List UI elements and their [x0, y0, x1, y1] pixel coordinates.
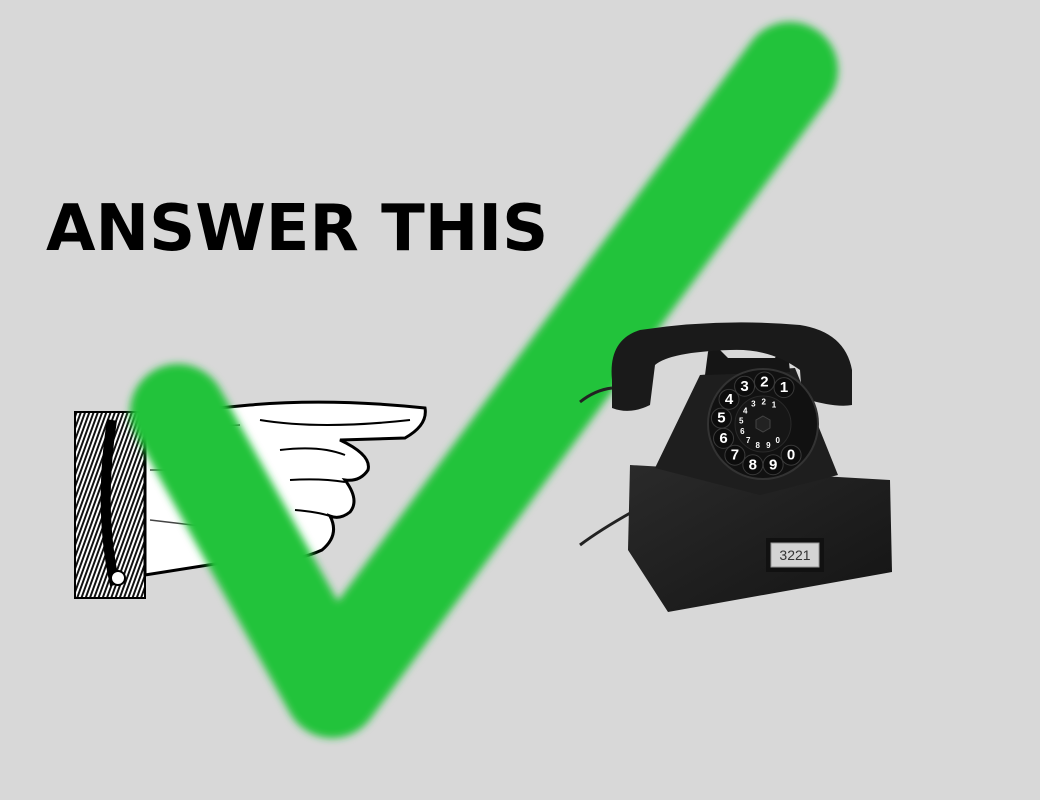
dial-inner-digit: 3	[751, 400, 756, 409]
rotary-telephone-icon: 112233445 56 677889900 3221	[579, 322, 892, 612]
dial-digit: 3	[740, 378, 748, 395]
illustration: ANSWER THIS 11223344556677889900 3221	[0, 0, 1040, 800]
headline: ANSWER THIS	[46, 192, 548, 266]
dial-digit: 2	[760, 374, 768, 391]
dial-digit: 9	[769, 456, 777, 473]
dial-inner-digit: 8	[755, 441, 760, 450]
dial-inner-digit: 9	[766, 441, 771, 450]
dial-digit: 0	[787, 447, 795, 464]
dial-inner-digit: 6	[740, 427, 745, 436]
dial-digit: 5	[717, 410, 725, 427]
line-cord	[579, 510, 633, 547]
dial-digit: 6	[719, 430, 727, 447]
dial-digit: 7	[731, 447, 739, 464]
illustration-canvas: ANSWER THIS 112233445 56 677889900 3221	[46, 22, 892, 738]
dial-inner-digit: 1	[772, 400, 777, 409]
dial-digit: 4	[725, 391, 734, 408]
dial-inner-digit: 5	[739, 416, 744, 425]
dial-inner-digit: 7	[746, 436, 751, 445]
dial-inner-digit: 2	[762, 398, 767, 407]
dial-digit: 1	[780, 379, 788, 396]
dial-digit: 8	[749, 456, 757, 473]
dial-inner-digit: 0	[775, 436, 780, 445]
number-plate-text: 3221	[779, 547, 810, 563]
dial-inner-digit: 4	[743, 407, 748, 416]
